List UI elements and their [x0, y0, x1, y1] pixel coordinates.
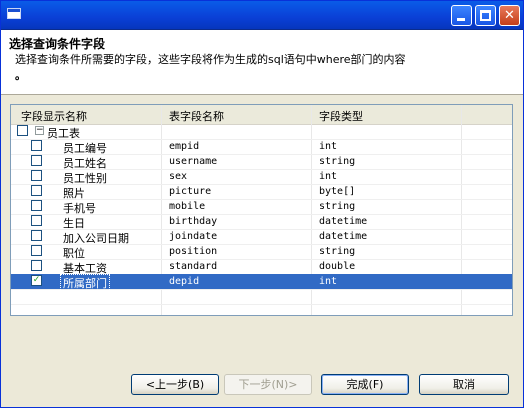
table-row[interactable]: 照片 picture byte[] [11, 184, 512, 200]
collapse-icon[interactable]: − [35, 126, 44, 135]
row-checkbox[interactable] [31, 245, 42, 256]
cell-field-name: birthday [169, 216, 218, 227]
close-button[interactable]: ✕ [499, 5, 520, 26]
row-checkbox[interactable] [31, 185, 42, 196]
table-row[interactable]: 手机号 mobile string [11, 199, 512, 215]
empty-row [11, 289, 512, 305]
cancel-button[interactable]: 取消 [419, 374, 509, 395]
table-row[interactable]: 加入公司日期 joindate datetime [11, 229, 512, 245]
page-description: 选择查询条件所需要的字段，这些字段将作为生成的sql语句中where部门的内容 [15, 53, 406, 66]
table-row[interactable]: ✓ 所属部门 depid int [11, 274, 512, 292]
column-header-field-type[interactable]: 字段类型 [319, 108, 363, 124]
row-checkbox[interactable] [31, 260, 42, 271]
minimize-icon [457, 18, 465, 21]
cell-field-name: mobile [169, 201, 206, 212]
field-table[interactable]: 字段显示名称 表字段名称 字段类型 − 员工表 员工编号 empid int 员工姓名… [10, 104, 513, 316]
dialog-window: ✕ 选择查询条件字段 选择查询条件所需要的字段，这些字段将作为生成的sql语句中… [0, 0, 524, 408]
parent-checkbox[interactable] [17, 125, 28, 136]
row-checkbox[interactable] [31, 170, 42, 181]
cell-field-type: int [319, 171, 338, 182]
minimize-button[interactable] [451, 5, 472, 26]
table-row[interactable]: 员工姓名 username string [11, 154, 512, 170]
row-checkbox[interactable] [31, 155, 42, 166]
table-row[interactable]: 员工编号 empid int [11, 139, 512, 155]
cell-field-type: int [319, 276, 338, 287]
cell-field-type: byte[] [319, 186, 356, 197]
close-icon: ✕ [504, 8, 515, 23]
wizard-header: 选择查询条件字段 选择查询条件所需要的字段，这些字段将作为生成的sql语句中wh… [1, 30, 523, 95]
cell-field-type: double [319, 261, 356, 272]
cell-field-type: string [319, 201, 356, 212]
table-row[interactable]: 生日 birthday datetime [11, 214, 512, 230]
empty-row [11, 304, 512, 315]
column-header-display-name[interactable]: 字段显示名称 [21, 108, 87, 124]
cell-field-name: depid [169, 276, 200, 287]
table-row[interactable]: 职位 position string [11, 244, 512, 260]
title-bar[interactable]: ✕ [1, 1, 523, 30]
table-row[interactable]: 基本工资 standard double [11, 259, 512, 275]
window-icon [7, 8, 21, 19]
cell-field-name: standard [169, 261, 218, 272]
cell-field-type: int [319, 141, 338, 152]
table-header: 字段显示名称 表字段名称 字段类型 [11, 105, 512, 125]
cell-field-type: string [319, 246, 356, 257]
column-header-field-name[interactable]: 表字段名称 [169, 108, 224, 124]
page-description-tail: 。 [15, 69, 26, 82]
cell-field-type: datetime [319, 216, 368, 227]
table-row-parent[interactable]: − 员工表 [11, 124, 512, 140]
row-checkbox-checked[interactable]: ✓ [31, 275, 42, 286]
maximize-button[interactable] [475, 5, 496, 26]
cell-field-type: datetime [319, 231, 368, 242]
next-button[interactable]: 下一步(N)> [224, 374, 312, 395]
row-checkbox[interactable] [31, 200, 42, 211]
table-row[interactable]: 员工性别 sex int [11, 169, 512, 185]
cell-field-name: position [169, 246, 218, 257]
finish-button[interactable]: 完成(F) [321, 374, 409, 395]
cell-field-name: sex [169, 171, 188, 182]
cell-field-name: picture [169, 186, 212, 197]
row-checkbox[interactable] [31, 140, 42, 151]
page-title: 选择查询条件字段 [9, 37, 106, 51]
row-checkbox[interactable] [31, 230, 42, 241]
cell-field-name: username [169, 156, 218, 167]
maximize-icon [480, 10, 491, 21]
back-button[interactable]: <上一步(B) [131, 374, 219, 395]
cell-field-name: joindate [169, 231, 218, 242]
row-checkbox[interactable] [31, 215, 42, 226]
cell-field-type: string [319, 156, 356, 167]
cell-field-name: empid [169, 141, 200, 152]
